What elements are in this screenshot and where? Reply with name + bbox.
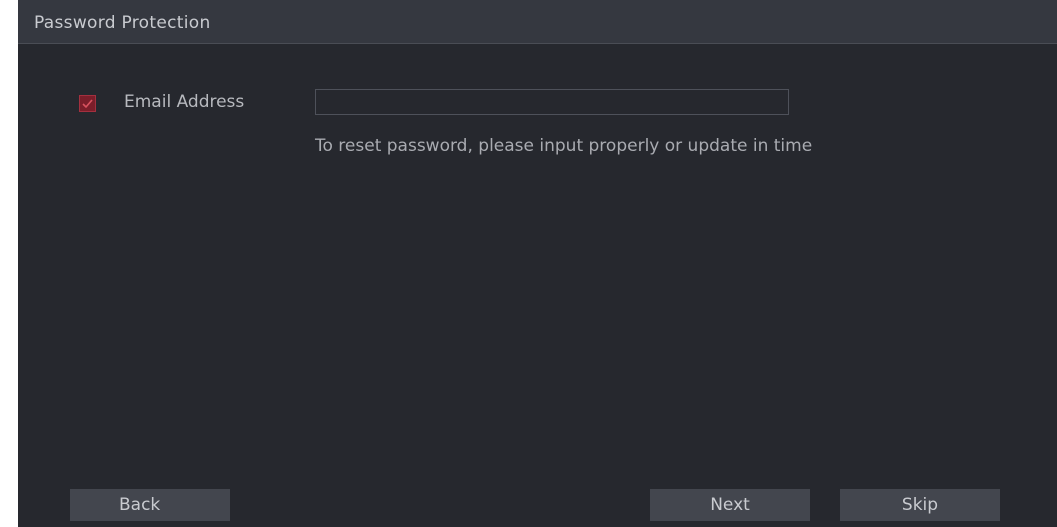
next-button[interactable]: Next (650, 489, 810, 521)
checkmark-icon (82, 99, 93, 109)
skip-button[interactable]: Skip (840, 489, 1000, 521)
back-button[interactable]: Back (70, 489, 230, 521)
dialog-titlebar: Password Protection (18, 0, 1057, 44)
password-protection-dialog: Password Protection Email Address To res… (18, 0, 1057, 527)
email-enable-checkbox[interactable] (79, 95, 96, 112)
dialog-title: Password Protection (34, 13, 211, 33)
email-hint-text: To reset password, please input properly… (315, 136, 813, 156)
email-address-label: Email Address (124, 92, 245, 112)
email-address-input[interactable] (315, 89, 789, 115)
